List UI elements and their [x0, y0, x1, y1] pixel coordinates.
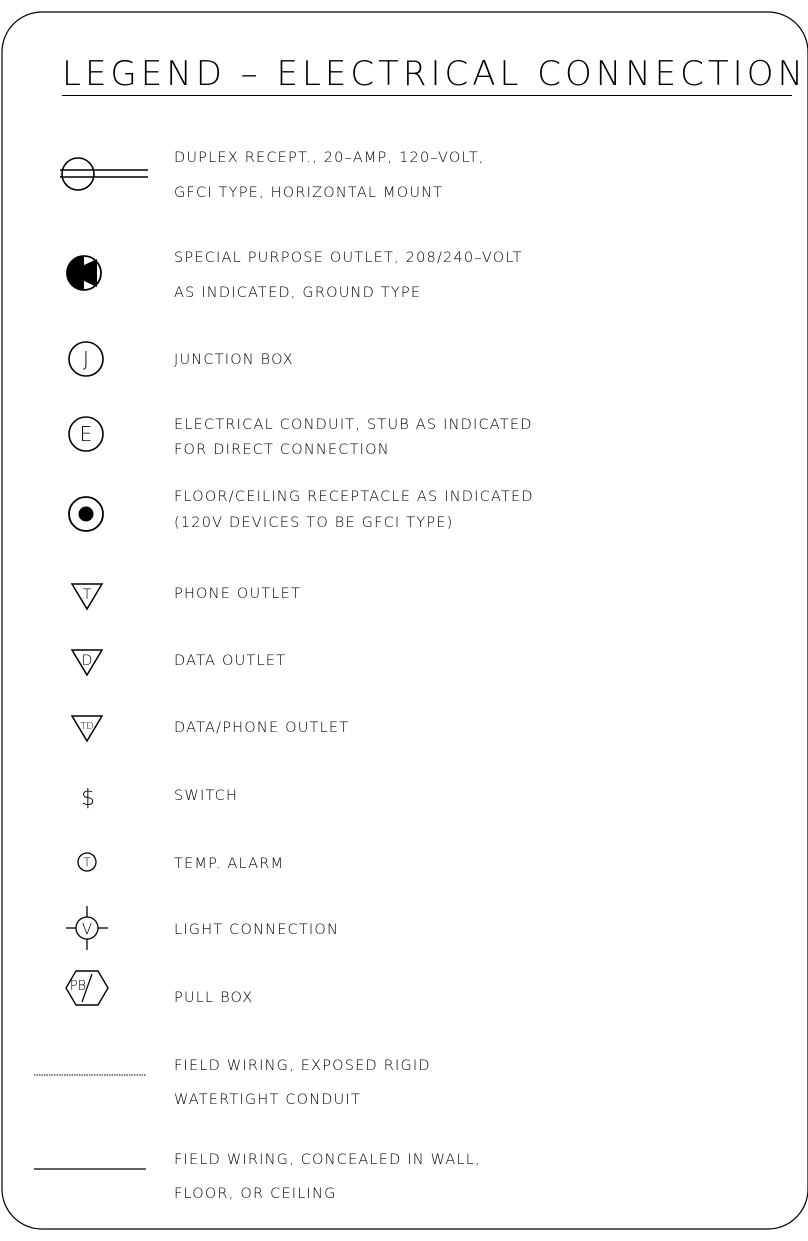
- special-purpose-outlet-icon: [66, 255, 102, 291]
- phone-outlet-icon: T: [70, 583, 104, 611]
- entry-text-line: ELECTRICAL CONDUIT, STUB AS INDICATED: [174, 417, 533, 433]
- temp-alarm-icon: T: [77, 852, 97, 872]
- svg-text:$: $: [81, 786, 95, 811]
- light-connection-icon: V: [66, 906, 108, 950]
- svg-text:V: V: [82, 920, 92, 938]
- svg-text:PB: PB: [70, 979, 86, 994]
- electrical-conduit-icon: E: [68, 416, 104, 452]
- floor-ceiling-receptacle-icon: [68, 496, 104, 532]
- entry-text-line: (120V DEVICES TO BE GFCI TYPE): [174, 515, 454, 531]
- entry-text-line: PULL BOX: [174, 990, 254, 1006]
- title-underline: [62, 95, 792, 96]
- entry-text-line: PHONE OUTLET: [174, 586, 302, 602]
- svg-text:D: D: [82, 653, 93, 669]
- entry-text-line: LIGHT CONNECTION: [174, 922, 340, 938]
- svg-text:J: J: [83, 347, 89, 371]
- entry-text-line: FLOOR/CEILING RECEPTACLE AS INDICATED: [174, 489, 534, 505]
- entry-text-line: FLOOR, OR CEILING: [174, 1186, 337, 1202]
- entry-text-line: SPECIAL PURPOSE OUTLET, 208/240–VOLT: [174, 250, 523, 266]
- entry-text-line: AS INDICATED, GROUND TYPE: [174, 285, 422, 301]
- entry-text-line: SWITCH: [174, 788, 239, 804]
- junction-box-icon: J: [68, 341, 104, 377]
- entry-text-line: GFCI TYPE, HORIZONTAL MOUNT: [174, 185, 444, 201]
- exposed-wiring-line-icon: [34, 1074, 146, 1076]
- data-outlet-icon: D: [70, 649, 104, 677]
- data-phone-outlet-icon: TD: [70, 715, 104, 743]
- entry-text-line: TEMP. ALARM: [174, 856, 285, 872]
- svg-text:E: E: [80, 422, 93, 446]
- duplex-receptacle-icon: [60, 157, 148, 191]
- entry-text-line: DATA/PHONE OUTLET: [174, 720, 350, 736]
- pull-box-icon: PB: [65, 970, 109, 1006]
- switch-icon: $: [81, 786, 95, 811]
- entry-text-line: FIELD WIRING, EXPOSED RIGID: [174, 1058, 431, 1074]
- entry-text-line: JUNCTION BOX: [174, 352, 294, 368]
- legend-title: LEGEND – ELECTRICAL CONNECTIONS: [62, 54, 808, 94]
- svg-text:T: T: [83, 856, 91, 870]
- entry-text-line: DUPLEX RECEPT., 20–AMP, 120–VOLT,: [174, 150, 485, 166]
- svg-text:TD: TD: [80, 721, 94, 732]
- entry-text-line: FIELD WIRING, CONCEALED IN WALL,: [174, 1152, 481, 1168]
- svg-text:T: T: [83, 587, 92, 603]
- entry-text-line: DATA OUTLET: [174, 653, 287, 669]
- entry-text-line: FOR DIRECT CONNECTION: [174, 442, 390, 458]
- concealed-wiring-line-icon: [34, 1168, 146, 1170]
- entry-text-line: WATERTIGHT CONDUIT: [174, 1092, 362, 1108]
